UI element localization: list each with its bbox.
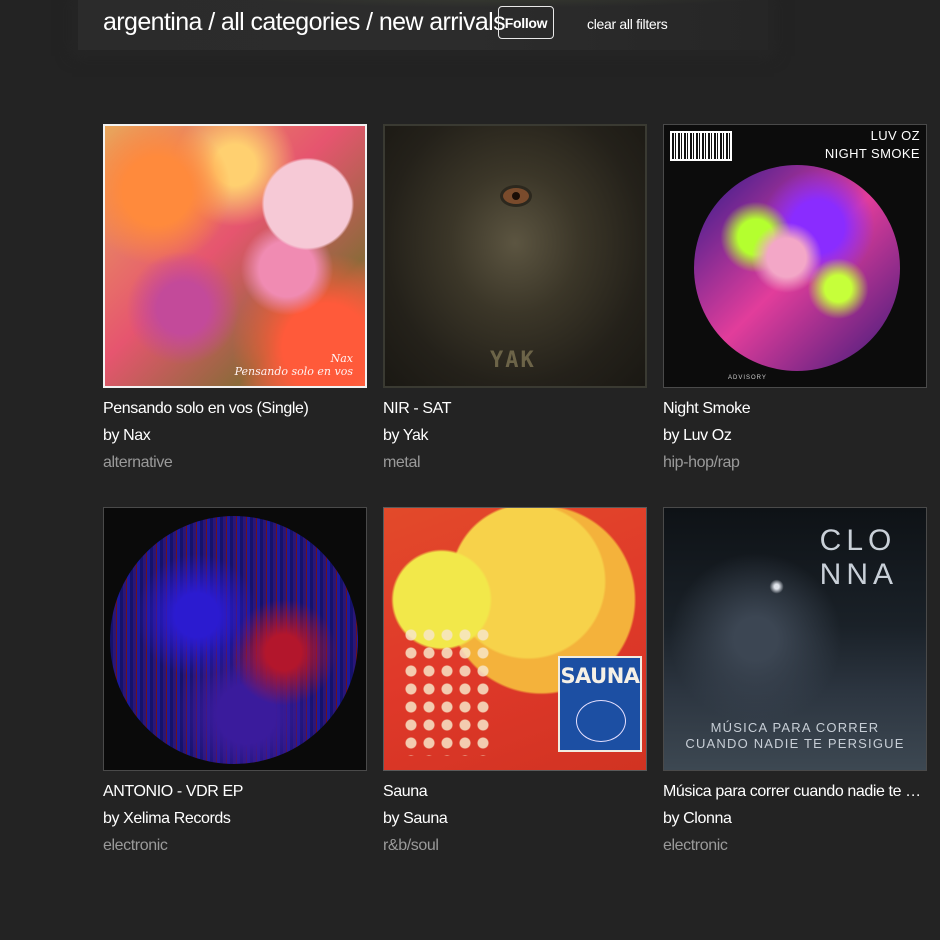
parental-advisory-label: ADVISORY bbox=[728, 375, 767, 381]
release-title[interactable]: Sauna bbox=[383, 783, 645, 801]
release-artist[interactable]: by Xelima Records bbox=[103, 810, 365, 828]
clear-all-filters-link[interactable]: clear all filters bbox=[587, 16, 668, 32]
release-genre[interactable]: electronic bbox=[663, 837, 925, 855]
release-artist[interactable]: by Yak bbox=[383, 427, 645, 445]
cover-illustration bbox=[110, 516, 358, 764]
release-card[interactable]: SAUNA Sauna by Sauna r&b/soul bbox=[383, 507, 647, 855]
barcode-graphic bbox=[670, 131, 732, 161]
release-artist[interactable]: by Clonna bbox=[663, 810, 925, 828]
release-artist[interactable]: by Sauna bbox=[383, 810, 645, 828]
release-card[interactable]: ANTONIO - VDR EP by Xelima Records elect… bbox=[103, 507, 367, 855]
release-genre[interactable]: electronic bbox=[103, 837, 365, 855]
release-title[interactable]: Night Smoke bbox=[663, 400, 925, 418]
release-title[interactable]: ANTONIO - VDR EP bbox=[103, 783, 365, 801]
album-cover[interactable]: YAK bbox=[383, 124, 647, 388]
release-genre[interactable]: alternative bbox=[103, 454, 365, 472]
release-card[interactable]: CLO NNA MÚSICA PARA CORRER CUANDO NADIE … bbox=[663, 507, 927, 855]
album-cover[interactable]: CLO NNA MÚSICA PARA CORRER CUANDO NADIE … bbox=[663, 507, 927, 771]
release-genre[interactable]: r&b/soul bbox=[383, 837, 645, 855]
release-card[interactable]: YAK NIR - SAT by Yak metal bbox=[383, 124, 647, 472]
cover-signature: Nax Pensando solo en vos bbox=[234, 351, 353, 378]
cover-logo: YAK bbox=[490, 348, 536, 373]
pearl-strand-graphic bbox=[402, 626, 492, 756]
cover-artist-name: CLO NNA bbox=[819, 524, 898, 591]
cover-subtitle: MÚSICA PARA CORRER CUANDO NADIE TE PERSI… bbox=[685, 720, 905, 751]
release-card[interactable]: LUV OZ NIGHT SMOKE ADVISORY Night Smoke … bbox=[663, 124, 927, 472]
release-title[interactable]: NIR - SAT bbox=[383, 400, 645, 418]
release-artist[interactable]: by Nax bbox=[103, 427, 365, 445]
release-genre[interactable]: hip-hop/rap bbox=[663, 454, 925, 472]
cover-title-text: LUV OZ NIGHT SMOKE bbox=[824, 128, 920, 161]
album-cover[interactable]: Nax Pensando solo en vos bbox=[103, 124, 367, 388]
cover-illustration bbox=[694, 165, 900, 371]
breadcrumb: argentina / all categories / new arrival… bbox=[103, 8, 506, 36]
badge-ring-graphic bbox=[576, 700, 626, 742]
release-card[interactable]: Nax Pensando solo en vos Pensando solo e… bbox=[103, 124, 367, 472]
album-cover[interactable]: LUV OZ NIGHT SMOKE ADVISORY bbox=[663, 124, 927, 388]
album-cover[interactable]: SAUNA bbox=[383, 507, 647, 771]
sauna-badge: SAUNA bbox=[558, 656, 642, 752]
release-title[interactable]: Pensando solo en vos (Single) bbox=[103, 400, 365, 418]
third-eye-icon bbox=[503, 188, 529, 204]
follow-button[interactable]: Follow bbox=[498, 6, 554, 39]
release-title[interactable]: Música para correr cuando nadie te p… bbox=[663, 783, 925, 801]
album-cover[interactable] bbox=[103, 507, 367, 771]
release-genre[interactable]: metal bbox=[383, 454, 645, 472]
release-artist[interactable]: by Luv Oz bbox=[663, 427, 925, 445]
